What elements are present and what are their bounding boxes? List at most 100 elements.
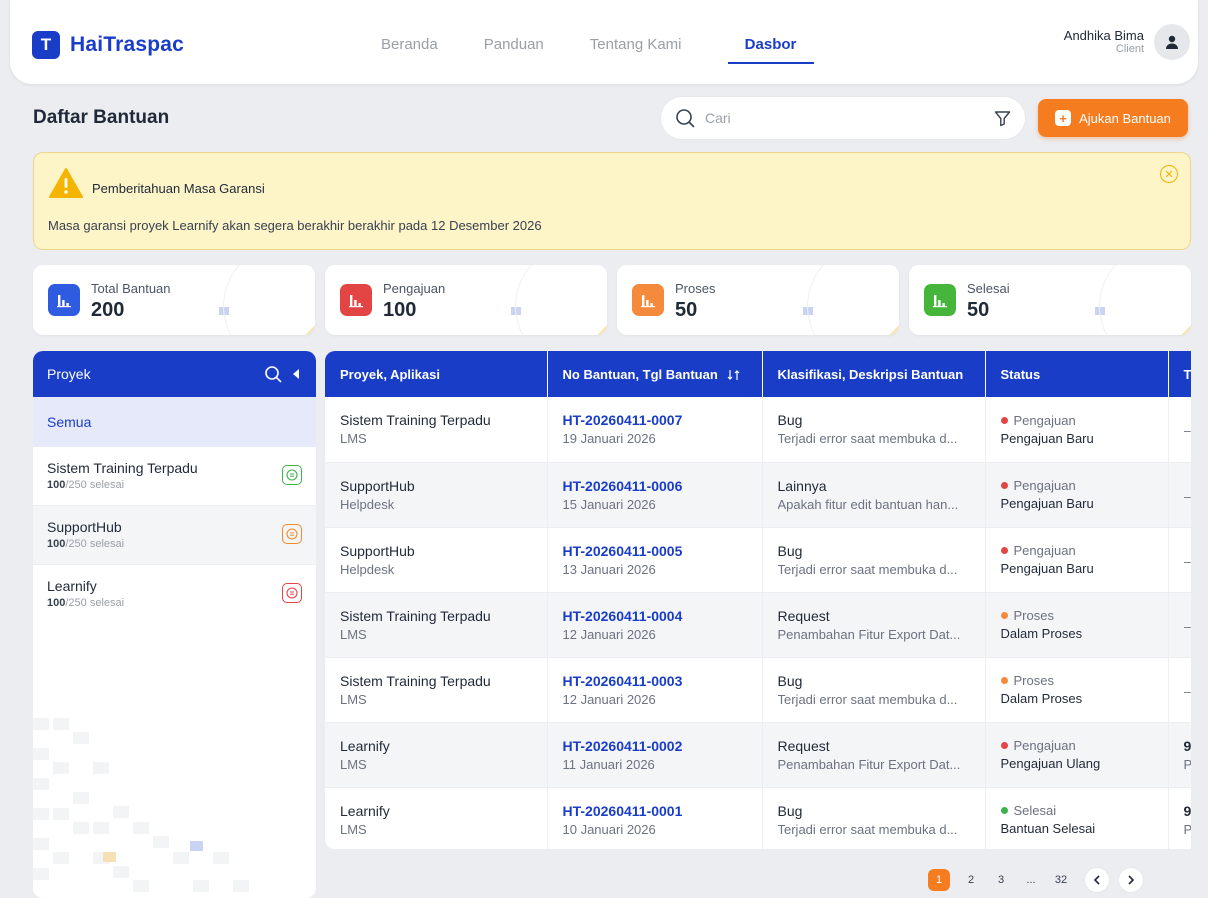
project-item[interactable]: SupportHub 100/250 selesai — [33, 506, 316, 565]
stat-value: 100 — [383, 299, 417, 321]
ticket-date: 11 Januari 2026 — [562, 756, 655, 772]
logo-mark: T — [32, 31, 60, 59]
status-dot — [1000, 416, 1008, 424]
decoration — [219, 307, 229, 315]
page-link[interactable]: 32 — [1048, 867, 1074, 893]
nav-tentang-kami[interactable]: Tentang Kami — [590, 34, 682, 64]
extra-value: – — [1183, 553, 1191, 569]
ticket-date: 13 Januari 2026 — [562, 561, 656, 577]
extra-sub: P — [1184, 757, 1192, 772]
nav-beranda[interactable]: Beranda — [381, 34, 438, 64]
search-icon[interactable] — [264, 365, 282, 383]
nav-dasbor[interactable]: Dasbor — [727, 34, 814, 64]
brand-logo[interactable]: T HaiTraspac — [32, 31, 184, 59]
tickets-table: Proyek, Aplikasi No Bantuan, Tgl Bantuan… — [325, 351, 1191, 849]
ticket-link[interactable]: HT-20260411-0001 — [563, 803, 747, 819]
stat-card-proses[interactable]: Proses 50 — [617, 265, 899, 335]
top-navbar: T HaiTraspac Beranda Panduan Tentang Kam… — [10, 0, 1198, 84]
user-menu[interactable]: Andhika Bima Client — [1064, 24, 1190, 60]
project-panel-header: Proyek — [33, 351, 316, 397]
classification: Bug — [777, 802, 803, 819]
chevron-left-icon — [1093, 875, 1100, 885]
ticket-link[interactable]: HT-20260411-0005 — [563, 543, 747, 559]
extra-value: – — [1183, 423, 1191, 439]
extra-sub: P — [1184, 822, 1192, 837]
project-name: SupportHub — [340, 542, 415, 559]
nav-panduan[interactable]: Panduan — [484, 34, 544, 64]
ticket-link[interactable]: HT-20260411-0002 — [563, 738, 747, 754]
stat-label: Selesai — [967, 281, 1010, 296]
table-row[interactable]: Learnify LMS HT-20260411-0002 11 Januari 2… — [325, 722, 1191, 787]
stat-card-total[interactable]: Total Bantuan 200 — [33, 265, 315, 335]
status-detail: Dalam Proses — [1000, 691, 1083, 706]
search-input[interactable] — [705, 110, 994, 126]
status-detail: Pengajuan Ulang — [1000, 756, 1101, 771]
ticket-link[interactable]: HT-20260411-0004 — [563, 608, 747, 624]
table-row[interactable]: Sistem Training Terpadu LMS HT-20260411-0… — [325, 592, 1191, 657]
project-name: SupportHub — [340, 477, 415, 494]
project-item[interactable]: Sistem Training Terpadu 100/250 selesai — [33, 447, 316, 506]
stat-value: 200 — [91, 299, 125, 321]
project-name: Sistem Training Terpadu — [340, 412, 491, 429]
ticket-date: 15 Januari 2026 — [562, 496, 656, 512]
column-header[interactable]: T — [1168, 351, 1191, 397]
classification: Request — [777, 737, 830, 754]
classification: Bug — [777, 672, 803, 689]
project-panel-title: Proyek — [47, 366, 91, 382]
classification: Bug — [777, 542, 803, 559]
description: Terjadi error saat membuka d... — [777, 431, 958, 447]
table-row[interactable]: Sistem Training Terpadu LMS HT-20260411-0… — [325, 397, 1191, 462]
stat-card-pengajuan[interactable]: Pengajuan 100 — [325, 265, 607, 335]
stat-label: Total Bantuan — [91, 281, 171, 296]
column-header[interactable]: Proyek, Aplikasi — [325, 351, 548, 397]
status-badge: Proses — [1000, 673, 1153, 688]
project-name: Learnify — [47, 578, 97, 594]
status-dot — [1000, 612, 1008, 619]
decoration — [889, 325, 899, 335]
stat-card-selesai[interactable]: Selesai 50 — [909, 265, 1191, 335]
status-detail: Pengajuan Baru — [1000, 430, 1094, 446]
project-progress: 100/250 selesai — [47, 538, 125, 550]
project-item[interactable]: Learnify 100/250 selesai — [33, 565, 316, 624]
status-dot — [1000, 807, 1008, 814]
page-current[interactable]: 1 — [928, 869, 950, 891]
description: Penambahan Fitur Export Dat... — [777, 626, 961, 642]
ticket-link[interactable]: HT-20260411-0007 — [563, 412, 747, 428]
sort-icon[interactable] — [727, 369, 741, 381]
column-header[interactable]: Klasifikasi, Deskripsi Bantuan — [762, 351, 986, 397]
table-row[interactable]: Sistem Training Terpadu LMS HT-20260411-0… — [325, 657, 1191, 722]
project-name: Learnify — [340, 802, 390, 819]
filter-icon[interactable] — [994, 110, 1011, 127]
description: Apakah fitur edit bantuan han... — [777, 496, 959, 512]
alert-message: Masa garansi proyek Learnify akan segera… — [48, 218, 542, 233]
collapse-icon[interactable] — [290, 367, 302, 381]
user-icon — [1166, 35, 1178, 49]
table-row[interactable]: SupportHub Helpdesk HT-20260411-0005 13 Ja… — [325, 527, 1191, 592]
ticket-link[interactable]: HT-20260411-0003 — [563, 673, 747, 689]
description: Terjadi error saat membuka d... — [777, 821, 958, 837]
next-page-button[interactable] — [1118, 867, 1144, 893]
status-badge: Pengajuan — [1000, 738, 1153, 753]
status-detail: Pengajuan Baru — [1000, 496, 1094, 511]
ticket-date: 12 Januari 2026 — [562, 691, 656, 707]
ticket-date: 19 Januari 2026 — [562, 431, 656, 447]
extra-value: – — [1183, 618, 1191, 634]
status-detail: Pengajuan Baru — [1000, 561, 1094, 576]
close-icon[interactable]: ✕ — [1160, 165, 1178, 183]
user-role: Client — [1115, 43, 1144, 56]
stats-row: Total Bantuan 200 Pengajuan 100 Proses 5… — [33, 265, 1191, 335]
column-header[interactable]: Status — [985, 351, 1169, 397]
avatar[interactable] — [1154, 24, 1190, 60]
column-header-sortable[interactable]: No Bantuan, Tgl Bantuan — [547, 351, 763, 397]
page-link[interactable]: 3 — [988, 867, 1014, 893]
page-link[interactable]: 2 — [958, 867, 984, 893]
table-header: Proyek, Aplikasi No Bantuan, Tgl Bantuan… — [325, 351, 1191, 397]
project-filter-all[interactable]: Semua — [33, 397, 316, 447]
table-row[interactable]: Learnify LMS HT-20260411-0001 10 Januari 2… — [325, 787, 1191, 849]
ticket-link[interactable]: HT-20260411-0006 — [563, 478, 747, 494]
extra-value: – — [1183, 488, 1191, 504]
app-name: Helpdesk — [340, 561, 395, 577]
submit-ticket-button[interactable]: + Ajukan Bantuan — [1038, 99, 1188, 137]
table-row[interactable]: SupportHub Helpdesk HT-20260411-0006 15 Ja… — [325, 462, 1191, 527]
previous-page-button[interactable] — [1084, 867, 1110, 893]
